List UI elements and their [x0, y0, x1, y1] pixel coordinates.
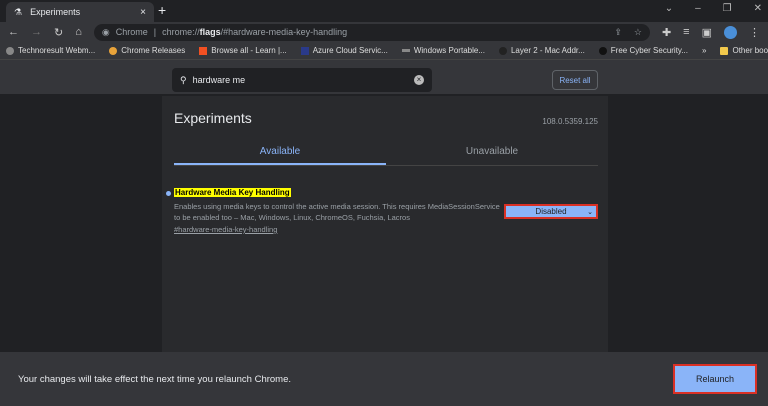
bookmark-label: Chrome Releases — [121, 46, 186, 55]
url: chrome://flags/#hardware-media-key-handl… — [162, 27, 347, 37]
flags-search-header: ⚲ hardware me × Reset all — [0, 60, 768, 94]
bookmark-label: Layer 2 - Mac Addr... — [510, 46, 585, 55]
bookmarks-bar: Technoresult Webm... Chrome Releases Bro… — [0, 42, 768, 60]
bookmark-label: Windows Portable... — [413, 46, 485, 55]
flag-state-select[interactable]: Disabled ⌄ — [504, 204, 598, 219]
toolbar: ← → ↻ ⌂ ◉ Chrome | chrome://flags/#hardw… — [0, 22, 768, 42]
tab-search-button[interactable]: ⌄ — [665, 3, 673, 14]
separator: | — [153, 27, 157, 37]
bookmark[interactable]: Technoresult Webm... — [6, 46, 95, 55]
url-prefix: chrome:// — [162, 27, 200, 37]
tab-strip: ⚗ Experiments × + ⌄ – ❐ ✕ — [0, 0, 768, 22]
site-label: Chrome — [115, 27, 148, 37]
share-icon[interactable]: ⇪ — [614, 27, 622, 38]
tab-close-button[interactable]: × — [140, 7, 146, 18]
chrome-icon: ◉ — [101, 26, 110, 37]
address-bar[interactable]: ◉ Chrome | chrome://flags/#hardware-medi… — [93, 23, 650, 41]
bookmark-label: Azure Cloud Servic... — [312, 46, 388, 55]
flag-permalink[interactable]: #hardware-media-key-handling — [174, 225, 277, 234]
page-title: Experiments — [174, 110, 252, 126]
other-bookmarks-label: Other bookmarks — [732, 46, 768, 55]
other-bookmarks[interactable]: Other bookmarks — [720, 46, 768, 55]
bookmark[interactable]: Free Cyber Security... — [598, 46, 689, 55]
tabs: Available Unavailable — [174, 140, 598, 166]
bookmark-label: Technoresult Webm... — [18, 46, 96, 55]
selected-value: Disabled — [535, 207, 567, 216]
minimize-button[interactable]: – — [695, 3, 701, 14]
experiments-panel: Experiments 108.0.5359.125 Available Una… — [162, 96, 608, 352]
bookmark-label: Free Cyber Security... — [610, 46, 689, 55]
bookmark[interactable]: Browse all - Learn |... — [199, 46, 287, 55]
url-host: flags — [199, 27, 221, 37]
reload-icon[interactable]: ↻ — [54, 26, 63, 39]
back-icon[interactable]: ← — [8, 26, 19, 38]
bookmarks-overflow-button[interactable]: » — [702, 46, 706, 55]
relaunch-message: Your changes will take effect the next t… — [18, 374, 292, 385]
side-panel-icon[interactable]: ▣ — [702, 26, 712, 39]
extensions-icon[interactable]: ✚ — [662, 26, 671, 39]
url-path: /#hardware-media-key-handling — [220, 27, 348, 37]
search-icon: ⚲ — [180, 74, 187, 85]
maximize-button[interactable]: ❐ — [723, 3, 732, 14]
relaunch-footer: Your changes will take effect the next t… — [0, 352, 768, 406]
bookmark[interactable]: Azure Cloud Servic... — [300, 46, 388, 55]
home-icon[interactable]: ⌂ — [75, 26, 82, 38]
media-control-icon[interactable]: ≡ — [683, 26, 689, 38]
avatar[interactable] — [724, 25, 737, 39]
forward-icon[interactable]: → — [31, 26, 42, 38]
bookmark-label: Browse all - Learn |... — [211, 46, 287, 55]
relaunch-button[interactable]: Relaunch — [673, 364, 757, 394]
bookmark[interactable]: Layer 2 - Mac Addr... — [498, 46, 585, 55]
reset-all-button[interactable]: Reset all — [552, 70, 598, 90]
tab-available[interactable]: Available — [174, 140, 386, 165]
modified-indicator — [166, 191, 171, 196]
close-window-button[interactable]: ✕ — [754, 3, 762, 14]
flask-icon: ⚗ — [14, 6, 23, 17]
search-input[interactable]: ⚲ hardware me × — [172, 68, 432, 92]
clear-search-icon[interactable]: × — [414, 75, 424, 85]
tab-unavailable[interactable]: Unavailable — [386, 140, 598, 165]
tab-title: Experiments — [30, 7, 81, 17]
chevron-down-icon: ⌄ — [587, 208, 593, 216]
flag-name: Hardware Media Key Handling — [174, 188, 291, 197]
bookmark[interactable]: Chrome Releases — [109, 46, 185, 55]
new-tab-button[interactable]: + — [158, 2, 166, 18]
version-label: 108.0.5359.125 — [542, 117, 598, 126]
search-value: hardware me — [192, 75, 246, 85]
tab-experiments[interactable]: ⚗ Experiments × — [6, 2, 154, 22]
menu-icon[interactable]: ⋮ — [749, 26, 760, 39]
flag-description: Enables using media keys to control the … — [174, 202, 500, 222]
bookmark[interactable]: Windows Portable... — [401, 46, 485, 55]
star-icon[interactable]: ☆ — [634, 27, 642, 38]
